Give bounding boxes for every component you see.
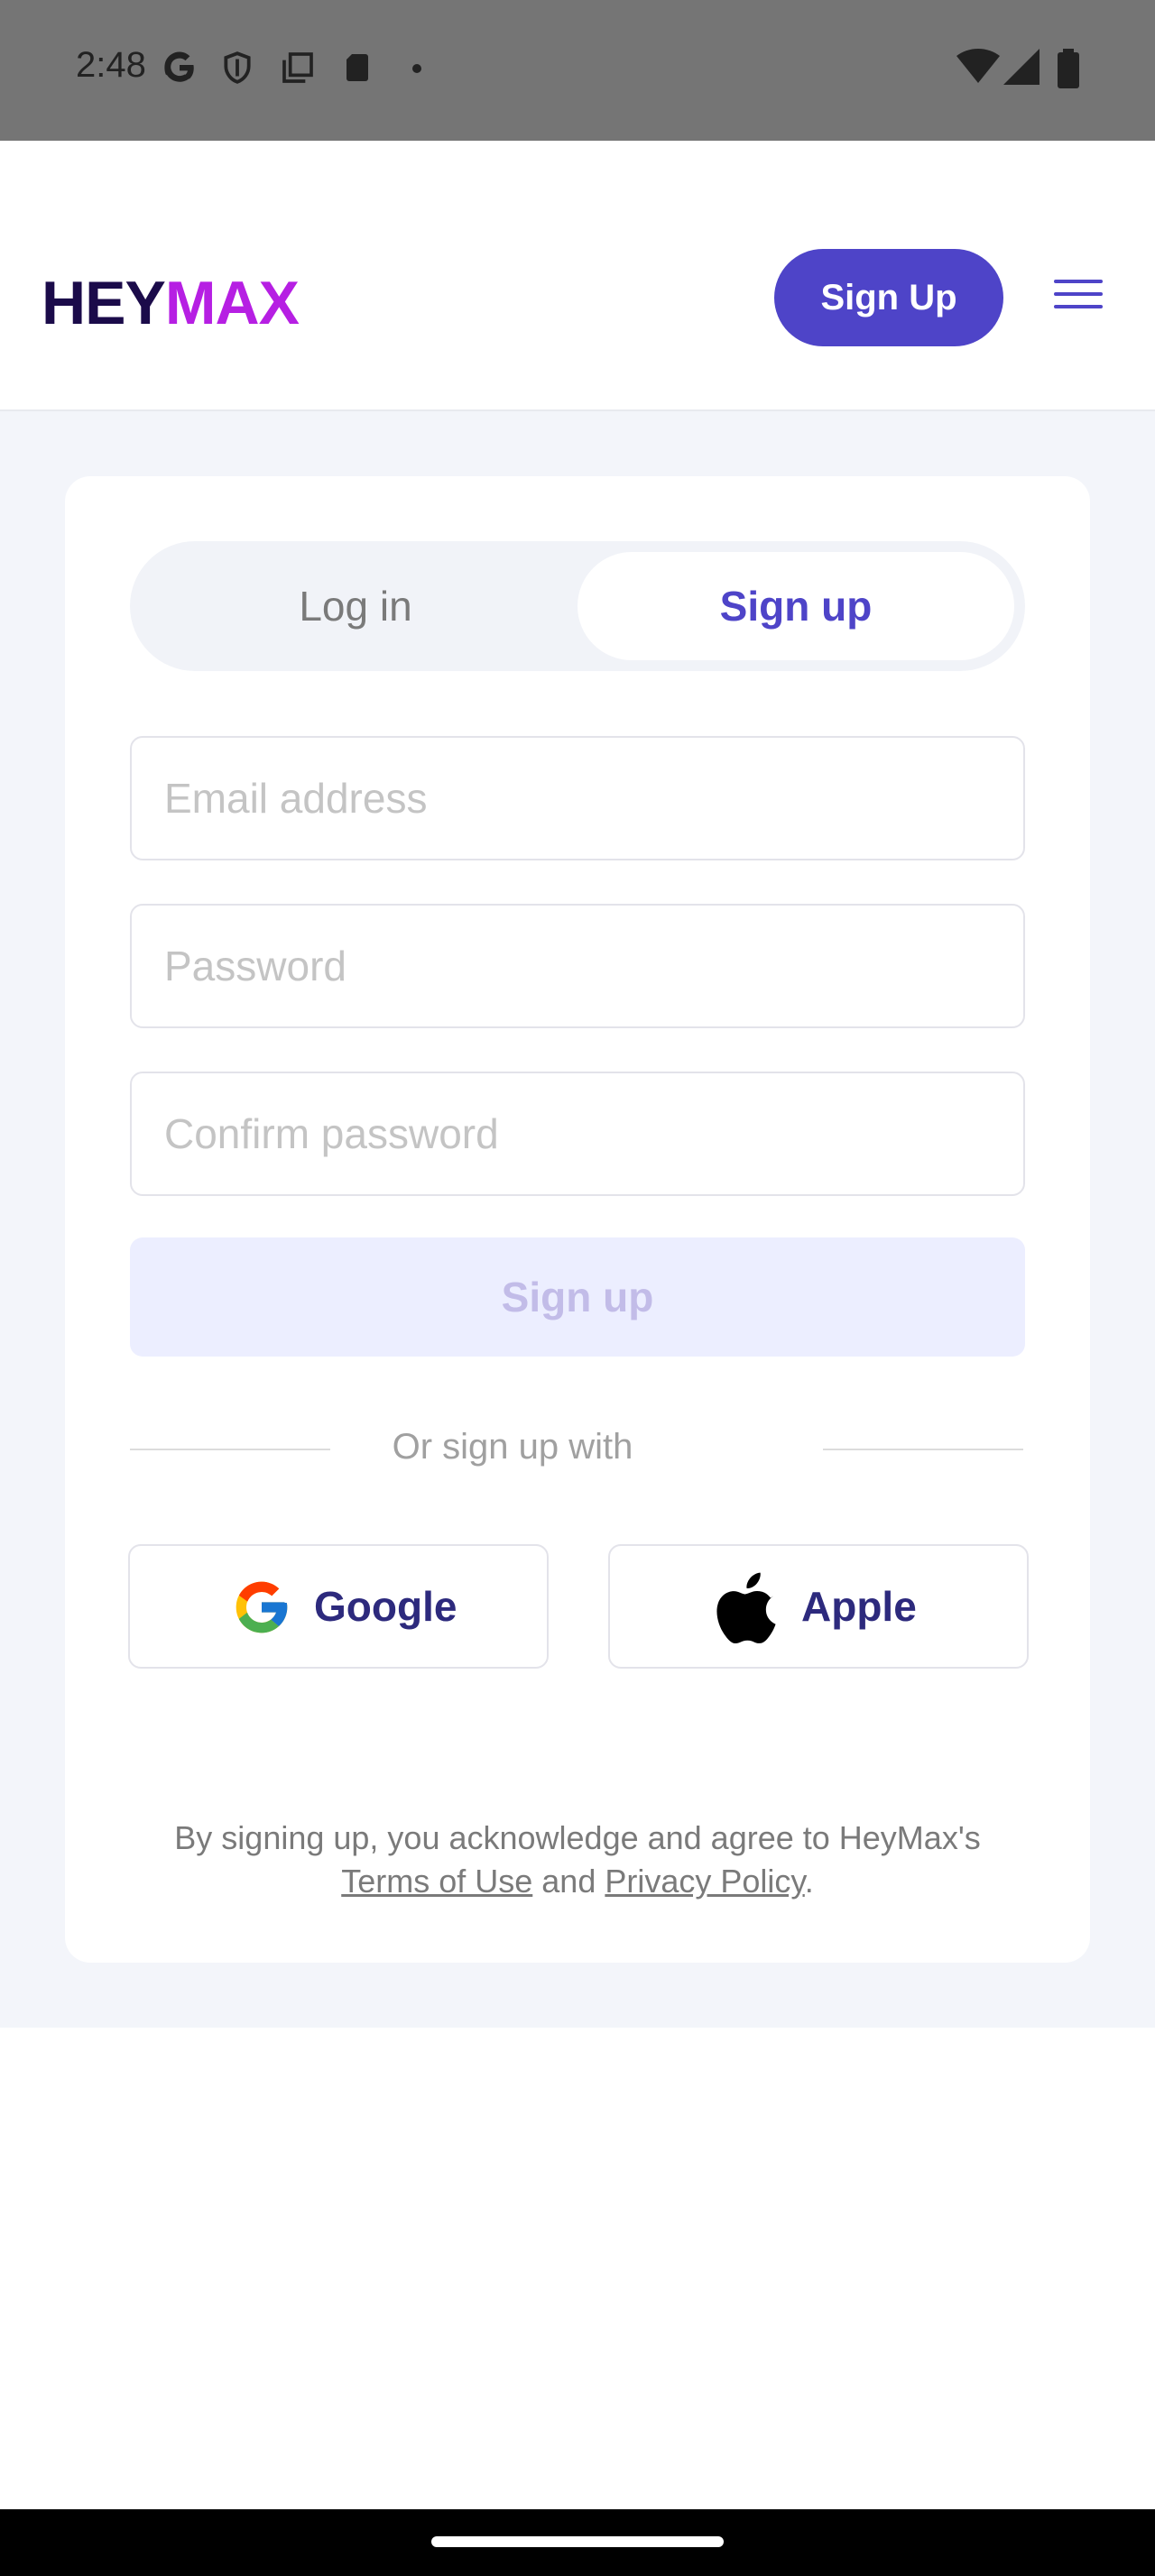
legal-prefix: By signing up, you acknowledge and agree… [174,1819,981,1856]
status-time: 2:48 [76,45,146,85]
logo-text-max: MAX [164,269,300,337]
divider-text: Or sign up with [392,1427,633,1467]
email-field [130,736,1025,860]
divider-line-right [823,1449,1023,1450]
logo-text-hey: HEY [42,269,166,337]
home-gesture-handle[interactable] [431,2536,724,2547]
signup-submit-button[interactable]: Sign up [130,1237,1025,1357]
system-nav-bar [0,2509,1155,2576]
auth-card: Log in Sign up Sign up Or sign up with G… [65,476,1090,1963]
apple-signup-button[interactable]: Apple [608,1544,1029,1669]
wifi-icon [956,49,1000,83]
terms-of-use-link[interactable]: Terms of Use [341,1863,532,1900]
shield-icon [224,51,251,84]
battery-icon [1058,49,1079,88]
dot-icon [412,64,421,73]
site-header: HEYMAX Sign Up [0,141,1155,411]
tab-login[interactable]: Log in [137,552,574,660]
confirm-password-input[interactable] [132,1073,1023,1194]
google-icon [164,51,194,82]
apple-logo-icon [716,1572,776,1643]
legal-and: and [541,1863,596,1900]
password-input[interactable] [132,906,1023,1026]
copy-icon [282,52,313,83]
google-label: Google [314,1583,457,1630]
auth-tab-toggle: Log in Sign up [130,541,1025,671]
signal-icon [1003,49,1040,85]
google-signup-button[interactable]: Google [128,1544,549,1669]
password-field [130,904,1025,1028]
menu-icon[interactable] [1049,272,1110,316]
privacy-policy-link[interactable]: Privacy Policy [605,1863,804,1900]
legal-text: By signing up, you acknowledge and agree… [119,1817,1036,1903]
heymax-logo[interactable]: HEYMAX [42,269,300,337]
status-bar: 2:48 [0,0,1155,141]
header-signup-button[interactable]: Sign Up [774,249,1003,346]
main-content: Log in Sign up Sign up Or sign up with G… [0,411,1155,2028]
confirm-password-field [130,1072,1025,1196]
legal-suffix: . [804,1863,814,1900]
google-logo-icon [236,1581,288,1633]
email-input[interactable] [132,738,1023,859]
tab-signup[interactable]: Sign up [578,552,1014,660]
sd-card-icon [346,54,368,81]
apple-label: Apple [801,1583,917,1630]
